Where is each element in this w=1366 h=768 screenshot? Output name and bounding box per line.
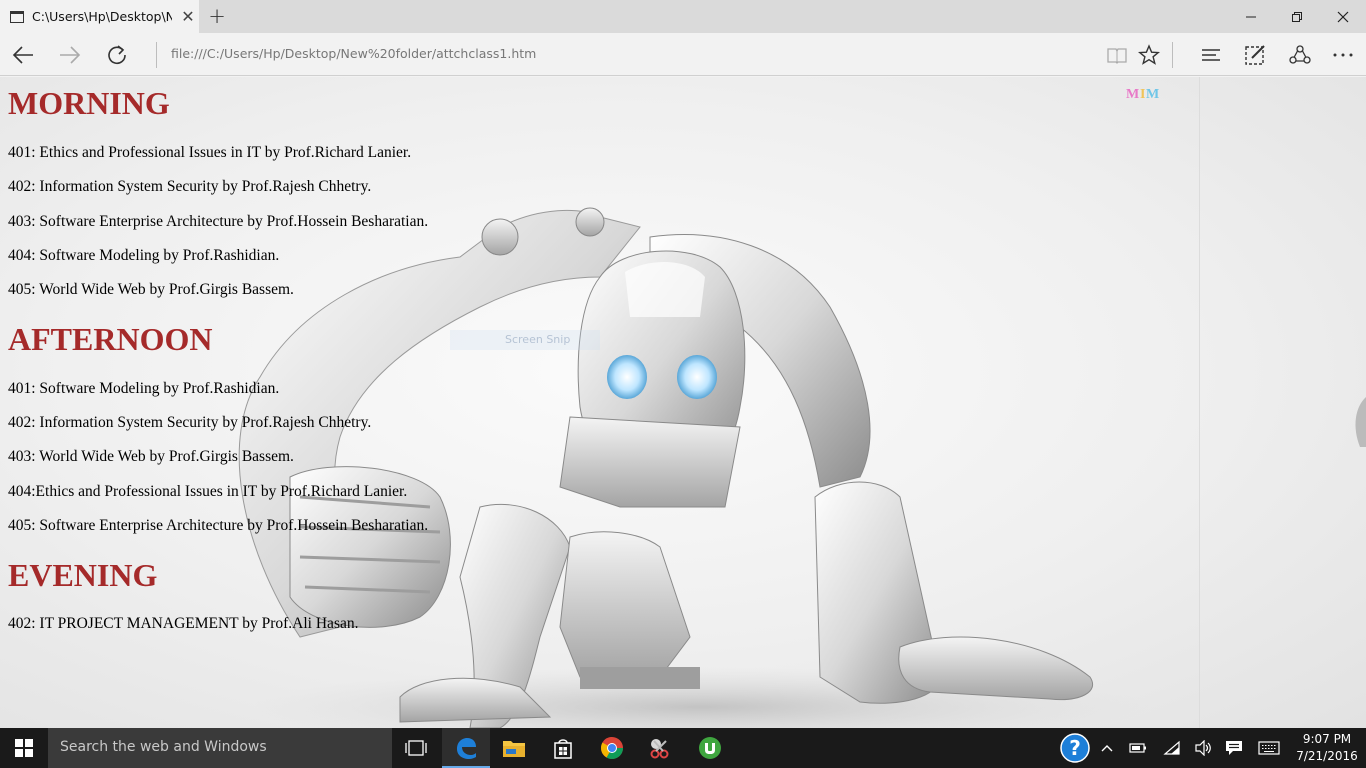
book-icon	[1107, 47, 1127, 64]
folder-icon	[503, 741, 525, 757]
mim-logo: M I M	[1126, 85, 1166, 106]
minimize-icon	[1246, 16, 1256, 17]
svg-text:?: ?	[1069, 736, 1081, 760]
section-title-evening: EVENING	[8, 557, 158, 593]
page-icon	[10, 10, 24, 23]
more-button[interactable]	[1320, 33, 1366, 76]
speaker-icon	[1195, 740, 1211, 756]
snipping-tool-button[interactable]	[636, 728, 684, 768]
utorrent-icon	[699, 737, 721, 759]
refresh-icon	[108, 44, 126, 64]
store-button[interactable]	[539, 728, 587, 768]
page-viewport: M I M Screen Snip MORNING 401: Ethics an…	[0, 77, 1366, 728]
svg-text:M: M	[1146, 87, 1160, 101]
close-icon	[1337, 11, 1349, 22]
edge-taskbar-button[interactable]	[442, 728, 490, 768]
favorites-button[interactable]	[1126, 33, 1172, 76]
refresh-button[interactable]	[94, 33, 140, 76]
course-item: 405: Software Enterprise Architecture by…	[8, 517, 429, 534]
toolbar-divider	[1172, 42, 1173, 68]
course-item: 402: Information System Security by Prof…	[8, 178, 372, 195]
address-divider	[156, 42, 157, 68]
browser-tab[interactable]: C:\Users\Hp\Desktop\N ✕	[0, 0, 199, 33]
course-item: 404: Software Modeling by Prof.Rashidian…	[8, 247, 280, 264]
hub-icon	[1202, 48, 1220, 61]
forward-arrow-icon	[60, 45, 81, 64]
course-item: 402: Information System Security by Prof…	[8, 414, 372, 431]
utorrent-button[interactable]	[686, 728, 734, 768]
notification-icon	[1226, 741, 1242, 755]
search-placeholder: Search the web and Windows	[60, 739, 267, 755]
network-button[interactable]	[1160, 728, 1184, 768]
star-icon	[1138, 43, 1160, 65]
new-tab-button[interactable]: +	[206, 5, 228, 27]
course-item: 401: Ethics and Professional Issues in I…	[8, 144, 412, 161]
navigation-bar: file:///C:/Users/Hp/Desktop/New%20folder…	[0, 33, 1366, 76]
keyboard-icon	[1258, 741, 1280, 755]
back-arrow-icon	[12, 45, 33, 64]
task-view-icon	[405, 740, 427, 756]
more-icon	[1333, 53, 1353, 56]
search-box[interactable]: Search the web and Windows	[48, 728, 392, 768]
help-icon: ?	[1060, 733, 1090, 763]
section-title-morning: MORNING	[8, 85, 170, 121]
share-icon	[1289, 44, 1311, 64]
window-controls	[1228, 0, 1366, 33]
course-item: 403: World Wide Web by Prof.Girgis Basse…	[8, 448, 294, 465]
web-note-icon	[1245, 44, 1265, 65]
windows-logo-icon	[15, 739, 33, 757]
edge-icon	[457, 738, 476, 759]
address-bar[interactable]: file:///C:/Users/Hp/Desktop/New%20folder…	[171, 46, 536, 61]
tab-title: C:\Users\Hp\Desktop\N	[32, 9, 172, 24]
back-button[interactable]	[0, 33, 46, 76]
clock[interactable]: 9:07 PM 7/21/2016	[1288, 731, 1366, 765]
hub-button[interactable]	[1188, 33, 1234, 76]
web-note-button[interactable]	[1232, 33, 1278, 76]
start-button[interactable]	[0, 728, 48, 768]
section-title-afternoon: AFTERNOON	[8, 321, 213, 357]
file-explorer-button[interactable]	[490, 728, 538, 768]
battery-icon	[1129, 743, 1146, 753]
screen-snip-overlay: Screen Snip	[450, 330, 600, 350]
restore-button[interactable]	[1274, 0, 1320, 33]
restore-icon	[1292, 11, 1302, 22]
course-item: 401: Software Modeling by Prof.Rashidian…	[8, 380, 280, 397]
chevron-up-icon	[1101, 745, 1113, 752]
chrome-taskbar-button[interactable]	[588, 728, 636, 768]
tab-strip: C:\Users\Hp\Desktop\N ✕ +	[0, 0, 1366, 33]
store-icon	[554, 739, 572, 759]
svg-text:M: M	[1126, 87, 1140, 101]
share-button[interactable]	[1277, 33, 1323, 76]
show-hidden-icons-button[interactable]	[1096, 728, 1118, 768]
close-window-button[interactable]	[1320, 0, 1366, 33]
course-item: 402: IT PROJECT MANAGEMENT by Prof.Ali H…	[8, 615, 359, 632]
wifi-icon	[1163, 740, 1180, 755]
clock-time: 9:07 PM	[1302, 732, 1352, 746]
clock-date: 7/21/2016	[1296, 749, 1358, 763]
task-view-button[interactable]	[392, 728, 440, 768]
battery-button[interactable]	[1126, 728, 1150, 768]
volume-button[interactable]	[1191, 728, 1215, 768]
scissors-icon	[650, 739, 669, 759]
help-button[interactable]: ?	[1057, 728, 1093, 768]
chrome-icon	[601, 737, 623, 759]
minimize-button[interactable]	[1228, 0, 1274, 33]
course-item: 405: World Wide Web by Prof.Girgis Basse…	[8, 281, 294, 298]
forward-button[interactable]	[47, 33, 93, 76]
course-item: 403: Software Enterprise Architecture by…	[8, 213, 429, 230]
taskbar: Search the web and Windows ? 9:07 PM 7/2…	[0, 728, 1366, 768]
course-item: 404:Ethics and Professional Issues in IT…	[8, 483, 408, 500]
action-center-button[interactable]	[1222, 728, 1246, 768]
keyboard-button[interactable]	[1254, 728, 1284, 768]
close-tab-icon[interactable]: ✕	[180, 7, 196, 26]
